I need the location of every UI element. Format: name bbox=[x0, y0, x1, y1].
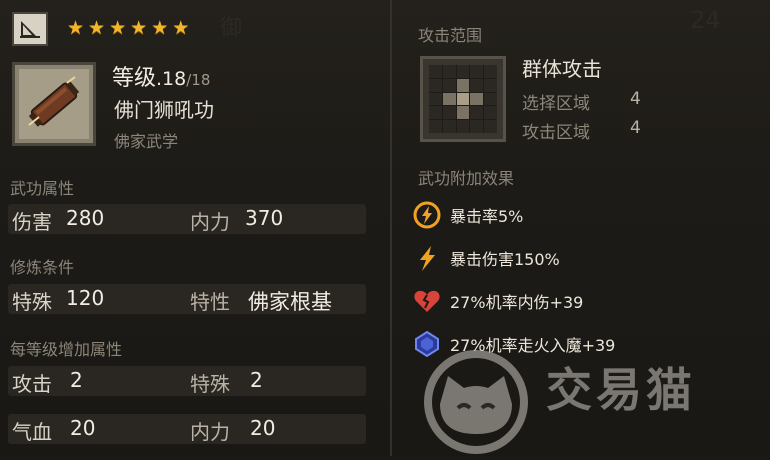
level-label: 等级 bbox=[112, 66, 157, 91]
skill-name: 佛门狮吼功 bbox=[114, 98, 214, 122]
attributes-row: 伤害 280 内力 370 bbox=[8, 204, 366, 234]
per-level-inner-label: 内力 bbox=[190, 420, 230, 444]
effect-text: 暴击伤害150% bbox=[450, 250, 560, 269]
background-ghost-text: 御 bbox=[220, 16, 243, 41]
hp-label: 气血 bbox=[12, 420, 52, 444]
watermark-logo: 交易猫 bbox=[418, 346, 748, 456]
trait-label: 特性 bbox=[190, 290, 230, 314]
star-icon: ★ bbox=[151, 17, 169, 39]
range-grid bbox=[429, 65, 497, 133]
column-divider bbox=[390, 0, 392, 456]
sail-icon bbox=[20, 21, 40, 38]
per-level-inner-value: 20 bbox=[250, 416, 276, 440]
damage-label: 伤害 bbox=[12, 210, 52, 234]
broken-heart-icon bbox=[412, 286, 442, 316]
skill-category: 佛家武学 bbox=[114, 132, 179, 151]
inner-power-label: 内力 bbox=[190, 210, 230, 234]
effect-item: 暴击率5% bbox=[412, 199, 523, 231]
effect-text: 27%机率内伤+39 bbox=[450, 293, 584, 312]
attack-area-value: 4 bbox=[630, 118, 641, 138]
range-type: 群体攻击 bbox=[522, 57, 602, 81]
attack-area-label: 攻击区域 bbox=[522, 123, 590, 143]
lightning-circle-icon bbox=[412, 200, 442, 230]
requirements-title: 修炼条件 bbox=[10, 258, 75, 277]
per-level-special-label: 特殊 bbox=[190, 372, 230, 396]
star-icon: ★ bbox=[109, 17, 127, 39]
requirements-row: 特殊 120 特性 佛家根基 bbox=[8, 284, 366, 314]
hp-value: 20 bbox=[70, 416, 96, 440]
skill-tooltip-panel: 御 24 ★ ★ ★ ★ ★ ★ 等级.18/18 佛门狮吼功 佛家武学 武功属… bbox=[0, 0, 770, 456]
attack-label: 攻击 bbox=[12, 372, 52, 396]
special-value: 120 bbox=[66, 286, 105, 310]
trait-value: 佛家根基 bbox=[248, 290, 332, 314]
effect-text: 暴击率5% bbox=[450, 207, 524, 226]
effect-item: 27%机率内伤+39 bbox=[412, 285, 583, 317]
damage-value: 280 bbox=[66, 206, 105, 230]
scroll-icon bbox=[28, 76, 80, 127]
per-level-row-1: 攻击 2 特殊 2 bbox=[8, 366, 366, 396]
effects-title: 武功附加效果 bbox=[418, 169, 515, 188]
skill-item-frame bbox=[12, 62, 96, 146]
inner-power-value: 370 bbox=[245, 206, 284, 230]
select-area-value: 4 bbox=[630, 89, 641, 109]
per-level-title: 每等级增加属性 bbox=[10, 340, 123, 359]
star-icon: ★ bbox=[67, 17, 85, 39]
level-value: .18 bbox=[156, 68, 187, 90]
effect-item: 暴击伤害150% bbox=[412, 242, 560, 274]
level-max: /18 bbox=[186, 71, 211, 89]
lightning-icon bbox=[412, 243, 442, 273]
star-rating: ★ ★ ★ ★ ★ ★ bbox=[67, 17, 189, 39]
select-area-label: 选择区域 bbox=[522, 94, 590, 114]
star-icon: ★ bbox=[88, 17, 106, 39]
range-title: 攻击范围 bbox=[418, 26, 483, 45]
attributes-title: 武功属性 bbox=[10, 179, 75, 198]
special-label: 特殊 bbox=[12, 290, 52, 314]
background-ghost-number: 24 bbox=[690, 6, 721, 34]
per-level-row-2: 气血 20 内力 20 bbox=[8, 414, 366, 444]
per-level-special-value: 2 bbox=[250, 368, 263, 392]
cat-logo-icon bbox=[424, 350, 528, 454]
attack-value: 2 bbox=[70, 368, 83, 392]
skill-level: 等级.18/18 bbox=[112, 60, 210, 92]
range-grid-frame bbox=[420, 56, 506, 142]
star-icon: ★ bbox=[130, 17, 148, 39]
skill-type-badge bbox=[12, 12, 48, 46]
watermark-text: 交易猫 bbox=[546, 363, 696, 417]
star-icon: ★ bbox=[172, 17, 190, 39]
